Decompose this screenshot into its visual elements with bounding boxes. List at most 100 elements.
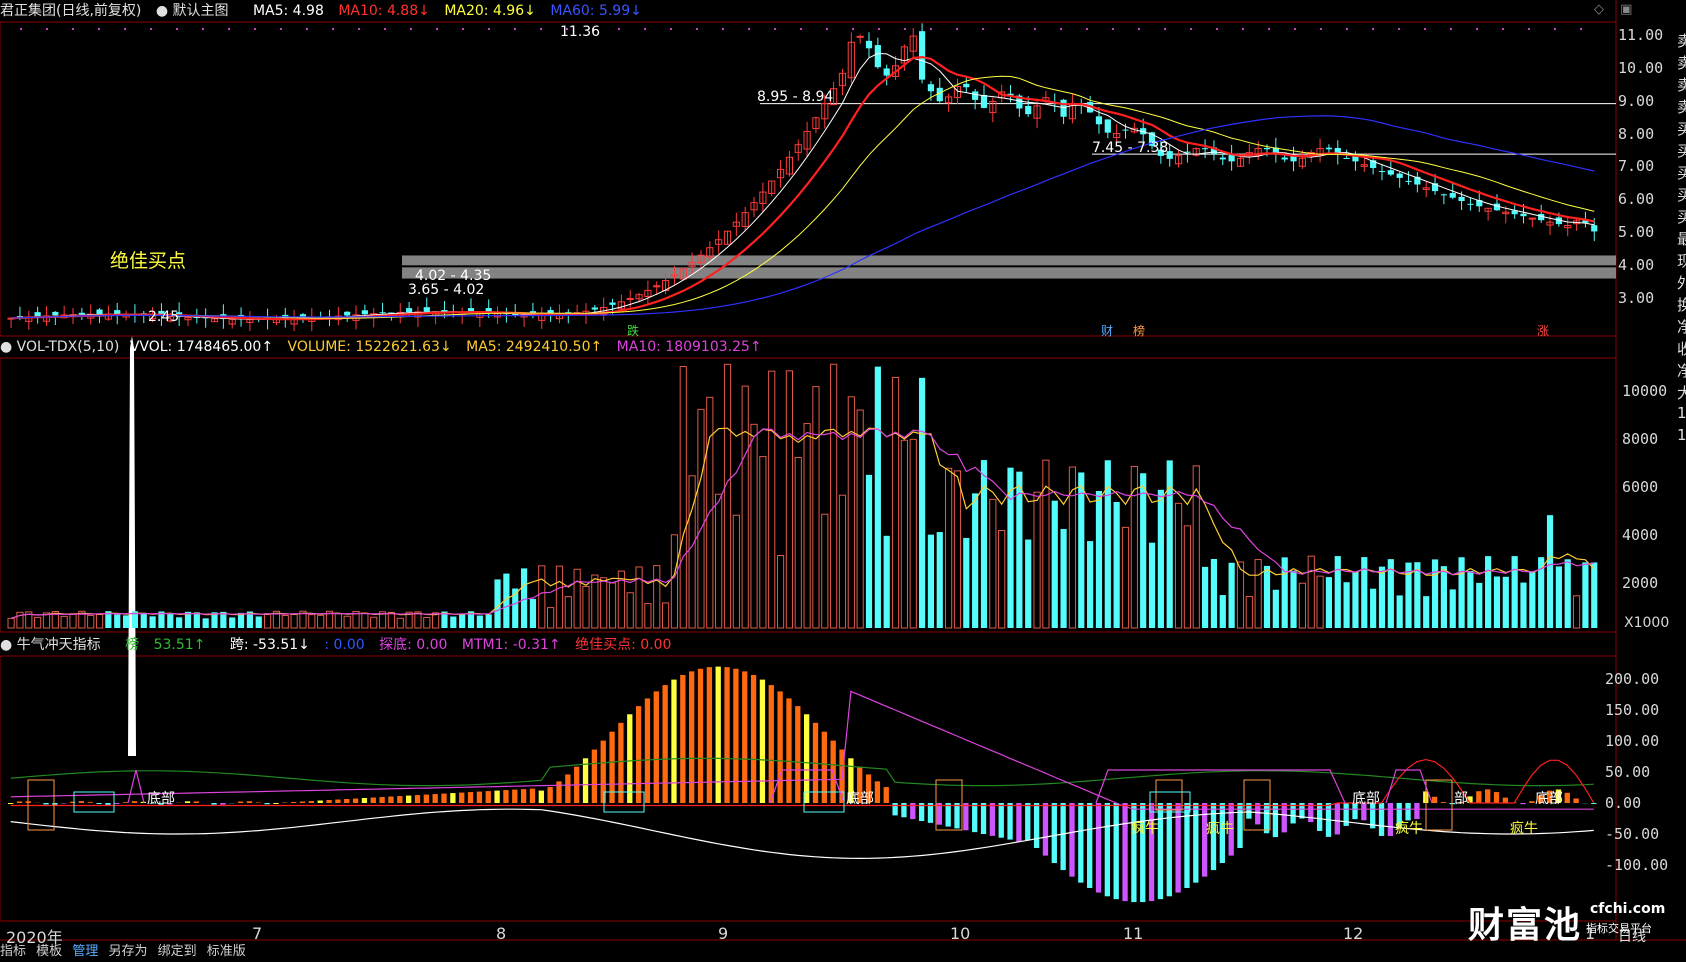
volume-bar (476, 615, 483, 628)
indicator-bar (582, 758, 589, 803)
main-panel-border (0, 21, 1617, 337)
x-label-sep: 9 (718, 924, 729, 943)
volume-bar (229, 617, 236, 628)
indicator-bar (742, 671, 748, 803)
right-panel-char: 净 (1677, 362, 1686, 380)
volume-bar (1051, 500, 1058, 628)
volume-bar (1378, 566, 1386, 628)
volume-bar (1078, 472, 1085, 628)
volume-bar (1236, 561, 1245, 629)
indicator-bar (680, 675, 686, 803)
volume-bar (1121, 526, 1130, 629)
indicator-bar (264, 803, 270, 805)
indicator-bar (529, 788, 536, 803)
volume-bar (998, 529, 1006, 629)
indicator-bar (1334, 803, 1340, 835)
volume-bar (1166, 460, 1173, 628)
template-dropdown[interactable]: ● 默认主图 (156, 3, 239, 19)
watermark-site: cfchi.com (1590, 901, 1666, 917)
toolbar-save-as[interactable]: 另存为 (108, 944, 147, 959)
top-dot (1424, 28, 1426, 30)
indicator-v1-value: 53.51↑ (153, 637, 206, 653)
axis-tick-label: 10000 (1622, 382, 1668, 400)
volume-bar (122, 615, 130, 628)
toolbar-indicator[interactable]: 指标 (0, 944, 26, 959)
ma60-readout: MA60: 5.99↓ (550, 3, 642, 19)
diamond-icon[interactable]: ◇ (1594, 2, 1604, 17)
indicator-bar (1485, 789, 1491, 803)
indicator-v1-label: 榜 (125, 637, 140, 653)
indicator-bar (520, 789, 527, 803)
volume-bar (1140, 473, 1147, 628)
indicator-bar (1387, 803, 1394, 837)
volume-bar (176, 617, 183, 628)
volume-bar (759, 456, 767, 629)
candle-body (1202, 148, 1209, 150)
event-marker-rise[interactable]: 涨 (1537, 322, 1549, 339)
toolbar-bind-to[interactable]: 绑定到 (158, 944, 197, 959)
volume-bar (290, 613, 298, 629)
right-panel-char: 外 (1677, 274, 1686, 292)
indicator-bar (786, 698, 792, 803)
indicator-v6: 绝佳买点: 0.00 (575, 637, 672, 653)
indicator-bar (1113, 803, 1119, 900)
volume-bar (1493, 576, 1501, 628)
bottom-toolbar: 指标 模板 管理 另存为 绑定到 标准版 (0, 941, 252, 962)
volume-bar (1449, 589, 1456, 628)
indicator-bar (538, 790, 544, 803)
support-band-gap (402, 265, 1616, 268)
axis-tick-label: 150.00 (1605, 701, 1660, 719)
volume-bar (661, 602, 670, 629)
right-panel-char: 净 (1677, 318, 1686, 336)
indicator-bar (1440, 802, 1447, 803)
indicator-bar (1060, 803, 1066, 871)
vvol-readout: VVOL: 1748465.00↑ (129, 339, 274, 355)
restore-icon[interactable]: ▣ (1620, 2, 1632, 17)
right-panel-char: 15 (1677, 404, 1686, 422)
volume-bar (936, 532, 943, 628)
kline-chart[interactable] (0, 0, 1686, 962)
volume-bar (1520, 582, 1527, 628)
indicator-bar (485, 791, 491, 803)
volume-bar (608, 582, 617, 629)
indicator-bar (565, 774, 571, 803)
volume-bar (87, 614, 95, 629)
volume-bar (140, 613, 147, 628)
volume-bar (1148, 542, 1156, 628)
indicator-bar (317, 800, 323, 803)
event-marker-rank[interactable]: 榜 (1133, 322, 1145, 339)
bottom-label-2: 底部 (846, 791, 874, 807)
indicator-title[interactable]: ● 牛气冲天指标 (0, 637, 111, 653)
volume-bar (1431, 559, 1439, 628)
top-dot (670, 28, 672, 30)
watermark-slogan: 指标交易平台 (1586, 922, 1652, 935)
indicator-bar (724, 667, 730, 803)
indicator-bar (52, 803, 58, 805)
top-dot (254, 28, 256, 30)
event-marker-finance[interactable]: 财 (1101, 322, 1113, 339)
indicator-bar (874, 781, 881, 803)
top-dot (1138, 28, 1140, 30)
volume-bar (679, 365, 687, 629)
stock-title[interactable]: 君正集团(日线,前复权) (0, 3, 141, 19)
volume-bar (927, 534, 935, 628)
indicator-bar (1316, 803, 1323, 831)
volume-indicator-title[interactable]: ● VOL-TDX(5,10) (0, 339, 129, 355)
toolbar-manage[interactable]: 管理 (72, 944, 98, 959)
bottom-label-5: 底部 (1535, 791, 1563, 807)
volume-bar (626, 592, 634, 629)
toolbar-standard[interactable]: 标准版 (207, 944, 246, 959)
indicator-v4: 探底: 0.00 (379, 637, 448, 653)
high-price-annotation: 11.36 (560, 24, 601, 40)
volume-bar (1210, 558, 1218, 628)
volume-bar (1263, 565, 1271, 628)
volume-bar (732, 514, 740, 629)
candle-body (1122, 129, 1129, 131)
top-dot (930, 28, 932, 30)
volume-bar (34, 616, 42, 629)
volume-bar (529, 598, 537, 628)
ma60-line (11, 115, 1595, 319)
toolbar-template[interactable]: 模板 (36, 944, 62, 959)
volume-bar (69, 613, 77, 629)
volume-bar (1042, 459, 1050, 629)
